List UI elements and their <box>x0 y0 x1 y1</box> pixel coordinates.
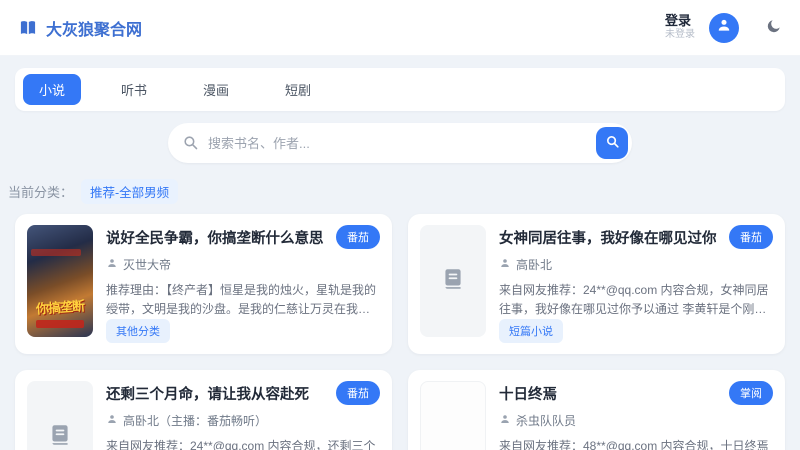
header: 大灰狼聚合网 登录 未登录 <box>0 0 800 56</box>
book-card-grid: 你搞垄断 说好全民争霸，你搞垄断什么意思 番茄 灭世大帝 推荐理由：【终产者】恒… <box>15 214 785 450</box>
book-logo-icon <box>18 18 38 38</box>
author-name: 杀虫队队员 <box>516 414 577 429</box>
card-main: 十日终焉 掌阅 杀虫队队员 来自网友推荐：48**@qq.com 内容合规，十日… <box>499 381 773 450</box>
book-cover-placeholder <box>420 225 486 337</box>
book-cover-blank <box>420 381 486 450</box>
platform-badge: 番茄 <box>336 381 380 406</box>
login-status: 未登录 <box>665 29 695 41</box>
platform-badge: 掌阅 <box>729 381 773 406</box>
cover-title-text: 你搞垄断 <box>35 298 85 317</box>
card-main: 说好全民争霸，你搞垄断什么意思 番茄 灭世大帝 推荐理由：【终产者】恒星是我的烛… <box>106 225 380 344</box>
book-description: 来自网友推荐：24**@qq.com 内容合规，女神同居往事，我好像在哪见过你予… <box>499 283 769 317</box>
author-row: 高卧北（主播：番茄畅听） <box>106 412 380 429</box>
author-icon <box>499 257 511 272</box>
dark-mode-toggle[interactable] <box>765 18 782 38</box>
avatar[interactable] <box>709 12 739 43</box>
author-row: 杀虫队队员 <box>499 412 773 429</box>
login-label: 登录 <box>665 13 692 29</box>
book-description: 来自网友推荐：24**@qq.com 内容合规，还剩三个月命，请让我从容赴死予以… <box>106 439 376 450</box>
book-card[interactable]: 你搞垄断 说好全民争霸，你搞垄断什么意思 番茄 灭世大帝 推荐理由：【终产者】恒… <box>15 214 392 355</box>
book-cover-image: 你搞垄断 <box>27 225 93 337</box>
tab-short-drama[interactable]: 短剧 <box>269 74 327 105</box>
site-logo[interactable]: 大灰狼聚合网 <box>18 16 142 40</box>
book-title: 说好全民争霸，你搞垄断什么意思 <box>106 231 324 247</box>
cover-strip <box>36 320 84 328</box>
category-tag: 其他分类 <box>106 319 170 344</box>
author-row: 高卧北 <box>499 256 773 273</box>
login-button[interactable]: 登录 未登录 <box>665 13 695 42</box>
book-placeholder-icon <box>440 266 466 297</box>
tab-novel[interactable]: 小说 <box>23 74 82 105</box>
search-box <box>168 123 632 163</box>
book-cover-placeholder <box>27 381 93 450</box>
site-title: 大灰狼聚合网 <box>46 21 143 39</box>
author-icon <box>499 413 511 428</box>
book-card[interactable]: 女神同居往事，我好像在哪见过你 番茄 高卧北 来自网友推荐：24**@qq.co… <box>408 214 785 355</box>
book-card[interactable]: 十日终焉 掌阅 杀虫队队员 来自网友推荐：48**@qq.com 内容合规，十日… <box>408 370 785 450</box>
search-section <box>0 123 800 163</box>
content-type-tabs: 小说 听书 漫画 短剧 <box>15 68 785 111</box>
author-row: 灭世大帝 <box>106 256 380 273</box>
platform-badge: 番茄 <box>336 225 380 249</box>
book-title: 女神同居往事，我好像在哪见过你 <box>499 231 717 247</box>
search-button[interactable] <box>596 127 628 159</box>
author-name: 高卧北（主播：番茄畅听） <box>123 414 268 429</box>
user-icon <box>715 16 733 39</box>
author-icon <box>106 257 118 272</box>
category-value-link[interactable]: 推荐-全部男频 <box>81 179 179 204</box>
cover-banner <box>31 249 81 256</box>
search-icon <box>182 134 199 156</box>
search-button-icon <box>605 134 620 152</box>
book-title: 十日终焉 <box>499 387 557 404</box>
current-category-row: 当前分类： 推荐-全部男频 <box>8 179 800 204</box>
category-tag: 短篇小说 <box>499 319 563 344</box>
tab-audiobook[interactable]: 听书 <box>105 74 163 105</box>
card-main: 还剩三个月命，请让我从容赴死 番茄 高卧北（主播：番茄畅听） 来自网友推荐：24… <box>106 381 380 450</box>
category-label: 当前分类： <box>8 185 74 200</box>
book-placeholder-icon <box>47 422 73 450</box>
tab-comic[interactable]: 漫画 <box>187 74 245 105</box>
author-icon <box>106 413 118 428</box>
book-description: 来自网友推荐：48**@qq.com 内容合规，十日终焉予以通过 （不后宫，不套… <box>499 439 769 450</box>
author-name: 灭世大帝 <box>123 258 172 272</box>
card-main: 女神同居往事，我好像在哪见过你 番茄 高卧北 来自网友推荐：24**@qq.co… <box>499 225 773 344</box>
book-card[interactable]: 还剩三个月命，请让我从容赴死 番茄 高卧北（主播：番茄畅听） 来自网友推荐：24… <box>15 370 392 450</box>
book-title: 还剩三个月命，请让我从容赴死 <box>106 387 309 404</box>
platform-badge: 番茄 <box>729 225 773 249</box>
moon-icon <box>765 18 782 38</box>
header-right: 登录 未登录 <box>665 12 782 43</box>
author-name: 高卧北 <box>516 258 553 272</box>
book-description: 推荐理由：【终产者】恒星是我的烛火，星轨是我的绶带，文明是我的沙盘。是我的仁慈让… <box>106 283 377 317</box>
search-input[interactable] <box>168 123 632 163</box>
